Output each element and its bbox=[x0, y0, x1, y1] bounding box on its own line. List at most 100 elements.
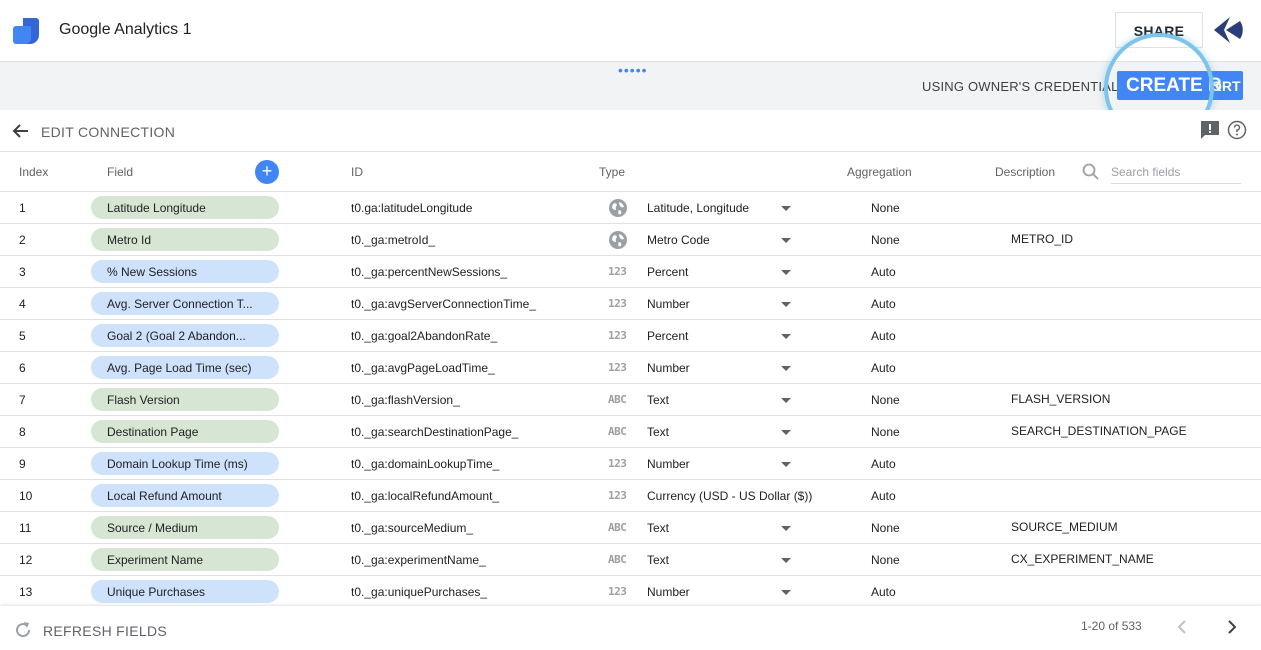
field-type[interactable]: Text bbox=[647, 425, 669, 439]
type-dropdown-caret-icon[interactable] bbox=[781, 238, 791, 243]
header-type[interactable]: Type bbox=[599, 165, 625, 179]
table-row[interactable]: 8 Destination Page t0._ga:searchDestinatio… bbox=[0, 416, 1261, 448]
field-type[interactable]: Latitude, Longitude bbox=[647, 201, 749, 215]
field-aggregation[interactable]: None bbox=[871, 233, 900, 247]
field-aggregation[interactable]: Auto bbox=[871, 297, 896, 311]
table-row[interactable]: 7 Flash Version t0._ga:flashVersion_ ABC Tex… bbox=[0, 384, 1261, 416]
type-dropdown-caret-icon[interactable] bbox=[781, 334, 791, 339]
field-description[interactable]: FLASH_VERSION bbox=[1011, 392, 1110, 406]
create-report-button[interactable]: CREATE R ORT bbox=[1117, 71, 1243, 100]
field-aggregation[interactable]: Auto bbox=[871, 585, 896, 599]
field-description[interactable]: SOURCE_MEDIUM bbox=[1011, 520, 1118, 534]
type-dropdown-caret-icon[interactable] bbox=[781, 590, 791, 595]
previous-page-icon[interactable] bbox=[1172, 616, 1194, 638]
row-index: 8 bbox=[19, 425, 26, 439]
header-description[interactable]: Description bbox=[995, 165, 1055, 179]
field-type[interactable]: Number bbox=[647, 297, 690, 311]
credentials-label[interactable]: USING OWNER'S CREDENTIALS bbox=[922, 79, 1127, 94]
type-dropdown-caret-icon[interactable] bbox=[781, 366, 791, 371]
field-name-pill[interactable]: Metro Id bbox=[91, 228, 279, 251]
header-index[interactable]: Index bbox=[19, 165, 48, 179]
type-dropdown-caret-icon[interactable] bbox=[781, 206, 791, 211]
field-aggregation[interactable]: Auto bbox=[871, 457, 896, 471]
drag-handle[interactable]: ••••• bbox=[618, 62, 648, 78]
field-name-pill[interactable]: Local Refund Amount bbox=[91, 484, 279, 507]
search-fields-input[interactable] bbox=[1111, 160, 1241, 184]
back-arrow-icon[interactable] bbox=[11, 121, 31, 141]
field-type[interactable]: Percent bbox=[647, 265, 688, 279]
table-row[interactable]: 11 Source / Medium t0._ga:sourceMedium_ ABC… bbox=[0, 512, 1261, 544]
table-row[interactable]: 5 Goal 2 (Goal 2 Abandon... t0._ga:goal2Ab… bbox=[0, 320, 1261, 352]
field-type[interactable]: Number bbox=[647, 457, 690, 471]
field-type[interactable]: Currency (USD - US Dollar ($)) bbox=[647, 489, 812, 503]
add-field-button[interactable]: + bbox=[255, 160, 279, 184]
next-page-icon[interactable] bbox=[1220, 616, 1242, 638]
feedback-icon[interactable] bbox=[1200, 120, 1220, 140]
field-aggregation[interactable]: None bbox=[871, 201, 900, 215]
header-aggregation[interactable]: Aggregation bbox=[847, 165, 912, 179]
field-aggregation[interactable]: Auto bbox=[871, 361, 896, 375]
text-icon: ABC bbox=[608, 425, 627, 438]
edit-connection-bar: EDIT CONNECTION bbox=[0, 110, 1261, 152]
help-icon[interactable] bbox=[1227, 120, 1247, 140]
type-dropdown-caret-icon[interactable] bbox=[781, 302, 791, 307]
type-dropdown-caret-icon[interactable] bbox=[781, 430, 791, 435]
header-field[interactable]: Field bbox=[107, 165, 133, 179]
field-aggregation[interactable]: None bbox=[871, 425, 900, 439]
type-dropdown-caret-icon[interactable] bbox=[781, 558, 791, 563]
field-aggregation[interactable]: Auto bbox=[871, 265, 896, 279]
refresh-fields-button[interactable]: REFRESH FIELDS bbox=[43, 623, 167, 639]
table-row[interactable]: 3 % New Sessions t0._ga:percentNewSessions… bbox=[0, 256, 1261, 288]
table-row[interactable]: 2 Metro Id t0._ga:metroId_ Metro Code None ME… bbox=[0, 224, 1261, 256]
field-name-pill[interactable]: Latitude Longitude bbox=[91, 196, 279, 219]
type-dropdown-caret-icon[interactable] bbox=[781, 526, 791, 531]
table-row[interactable]: 9 Domain Lookup Time (ms) t0._ga:domainLoo… bbox=[0, 448, 1261, 480]
field-aggregation[interactable]: None bbox=[871, 521, 900, 535]
edit-connection-title[interactable]: EDIT CONNECTION bbox=[41, 124, 175, 140]
field-name-pill[interactable]: Unique Purchases bbox=[91, 580, 279, 603]
table-row[interactable]: 13 Unique Purchases t0._ga:uniquePurchases… bbox=[0, 576, 1261, 608]
field-description[interactable]: SEARCH_DESTINATION_PAGE bbox=[1011, 424, 1187, 438]
field-description[interactable]: METRO_ID bbox=[1011, 232, 1073, 246]
table-row[interactable]: 10 Local Refund Amount t0._ga:localRefundA… bbox=[0, 480, 1261, 512]
field-name-pill[interactable]: Destination Page bbox=[91, 420, 279, 443]
row-index: 10 bbox=[19, 489, 33, 503]
field-id: t0._ga:localRefundAmount_ bbox=[351, 489, 500, 503]
field-name-pill[interactable]: % New Sessions bbox=[91, 260, 279, 283]
avatar[interactable] bbox=[1210, 13, 1244, 47]
field-type[interactable]: Text bbox=[647, 393, 669, 407]
field-aggregation[interactable]: Auto bbox=[871, 489, 896, 503]
number-icon: 123 bbox=[608, 329, 627, 342]
field-name-pill[interactable]: Goal 2 (Goal 2 Abandon... bbox=[91, 324, 279, 347]
field-name-pill[interactable]: Experiment Name bbox=[91, 548, 279, 571]
field-name-pill[interactable]: Flash Version bbox=[91, 388, 279, 411]
field-aggregation[interactable]: None bbox=[871, 393, 900, 407]
field-type[interactable]: Number bbox=[647, 361, 690, 375]
table-row[interactable]: 4 Avg. Server Connection T... t0._ga:avgSe… bbox=[0, 288, 1261, 320]
report-title[interactable]: Google Analytics 1 bbox=[59, 21, 192, 39]
field-name-pill[interactable]: Avg. Server Connection T... bbox=[91, 292, 279, 315]
type-dropdown-caret-icon[interactable] bbox=[781, 398, 791, 403]
field-id: t0._ga:metroId_ bbox=[351, 233, 436, 247]
field-name-pill[interactable]: Domain Lookup Time (ms) bbox=[91, 452, 279, 475]
field-description[interactable]: CX_EXPERIMENT_NAME bbox=[1011, 552, 1154, 566]
type-dropdown-caret-icon[interactable] bbox=[781, 462, 791, 467]
field-type[interactable]: Text bbox=[647, 521, 669, 535]
header-id[interactable]: ID bbox=[351, 165, 363, 179]
share-button[interactable]: SHARE bbox=[1115, 12, 1203, 48]
field-id: t0._ga:uniquePurchases_ bbox=[351, 585, 488, 599]
field-aggregation[interactable]: Auto bbox=[871, 329, 896, 343]
field-aggregation[interactable]: None bbox=[871, 553, 900, 567]
table-row[interactable]: 6 Avg. Page Load Time (sec) t0._ga:avgPage… bbox=[0, 352, 1261, 384]
table-row[interactable]: 12 Experiment Name t0._ga:experimentName_ A… bbox=[0, 544, 1261, 576]
table-row[interactable]: 1 Latitude Longitude t0.ga:latitudeLongitu… bbox=[0, 192, 1261, 224]
type-dropdown-caret-icon[interactable] bbox=[781, 270, 791, 275]
field-type[interactable]: Metro Code bbox=[647, 233, 710, 247]
field-name-pill[interactable]: Source / Medium bbox=[91, 516, 279, 539]
field-type[interactable]: Text bbox=[647, 553, 669, 567]
field-id: t0.ga:latitudeLongitude bbox=[351, 201, 473, 215]
field-name-pill[interactable]: Avg. Page Load Time (sec) bbox=[91, 356, 279, 379]
field-type[interactable]: Percent bbox=[647, 329, 688, 343]
field-type[interactable]: Number bbox=[647, 585, 690, 599]
refresh-icon[interactable] bbox=[13, 620, 33, 640]
